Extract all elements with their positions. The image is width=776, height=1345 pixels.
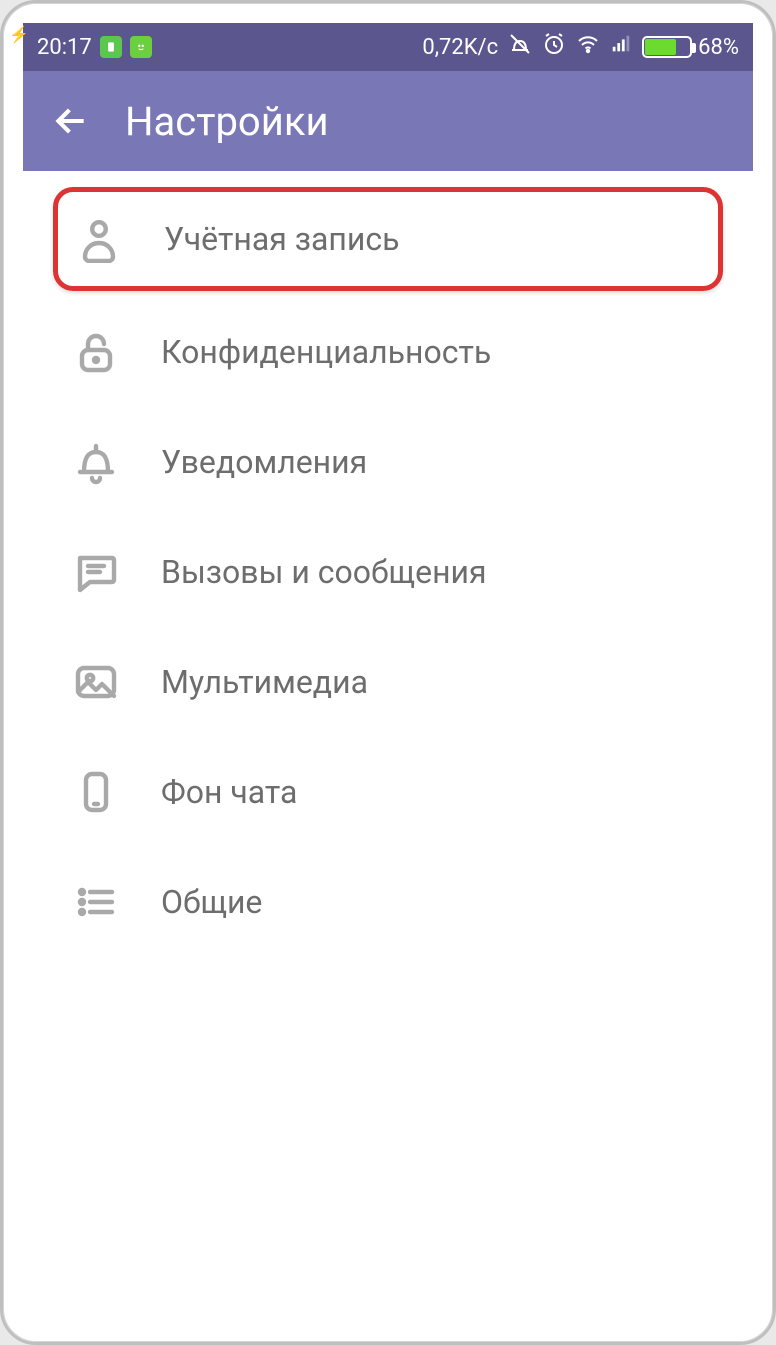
status-bar: 20:17 0,72K/c: [23, 23, 753, 71]
battery-saver-icon: [100, 36, 122, 58]
battery-percent: 68%: [698, 35, 739, 60]
battery-indicator: ⚡ 68%: [642, 35, 739, 60]
settings-item-calls-messages[interactable]: Вызовы и сообщения: [23, 517, 753, 627]
settings-item-label: Уведомления: [161, 443, 367, 481]
lock-open-icon: [69, 325, 123, 379]
settings-item-general[interactable]: Общие: [23, 847, 753, 957]
settings-item-label: Конфиденциальность: [161, 333, 491, 371]
status-left: 20:17: [37, 35, 152, 60]
image-icon: [69, 655, 123, 709]
person-icon: [72, 212, 126, 266]
app-indicator-icon: [130, 36, 152, 58]
settings-item-notifications[interactable]: Уведомления: [23, 407, 753, 517]
dnd-icon: [508, 32, 532, 62]
list-icon: [69, 875, 123, 929]
settings-item-account[interactable]: Учётная запись: [53, 187, 723, 291]
status-right: 0,72K/c ⚡ 68%: [422, 32, 739, 62]
signal-icon: [610, 33, 632, 61]
alarm-icon: [542, 32, 566, 62]
settings-item-label: Мультимедиа: [161, 663, 368, 701]
settings-item-label: Учётная запись: [164, 220, 399, 258]
settings-item-label: Вызовы и сообщения: [161, 553, 487, 591]
settings-item-label: Фон чата: [161, 773, 297, 811]
back-button[interactable]: [51, 101, 91, 141]
app-header: Настройки: [23, 71, 753, 171]
settings-list: Учётная запись Конфиденциальность Уведом…: [23, 171, 753, 1322]
settings-item-chat-background[interactable]: Фон чата: [23, 737, 753, 847]
settings-item-media[interactable]: Мультимедиа: [23, 627, 753, 737]
device-frame: 20:17 0,72K/c: [0, 0, 776, 1345]
status-time: 20:17: [37, 35, 92, 60]
settings-item-privacy[interactable]: Конфиденциальность: [23, 297, 753, 407]
network-speed: 0,72K/c: [422, 35, 498, 60]
wifi-icon: [576, 32, 600, 62]
page-title: Настройки: [125, 98, 329, 145]
screen: 20:17 0,72K/c: [23, 23, 753, 1322]
chat-icon: [69, 545, 123, 599]
battery-icon: [642, 36, 692, 58]
bell-icon: [69, 435, 123, 489]
settings-item-label: Общие: [161, 883, 262, 921]
arrow-left-icon: [52, 102, 90, 140]
charging-icon: ⚡: [9, 25, 29, 44]
phone-device-icon: [69, 765, 123, 819]
